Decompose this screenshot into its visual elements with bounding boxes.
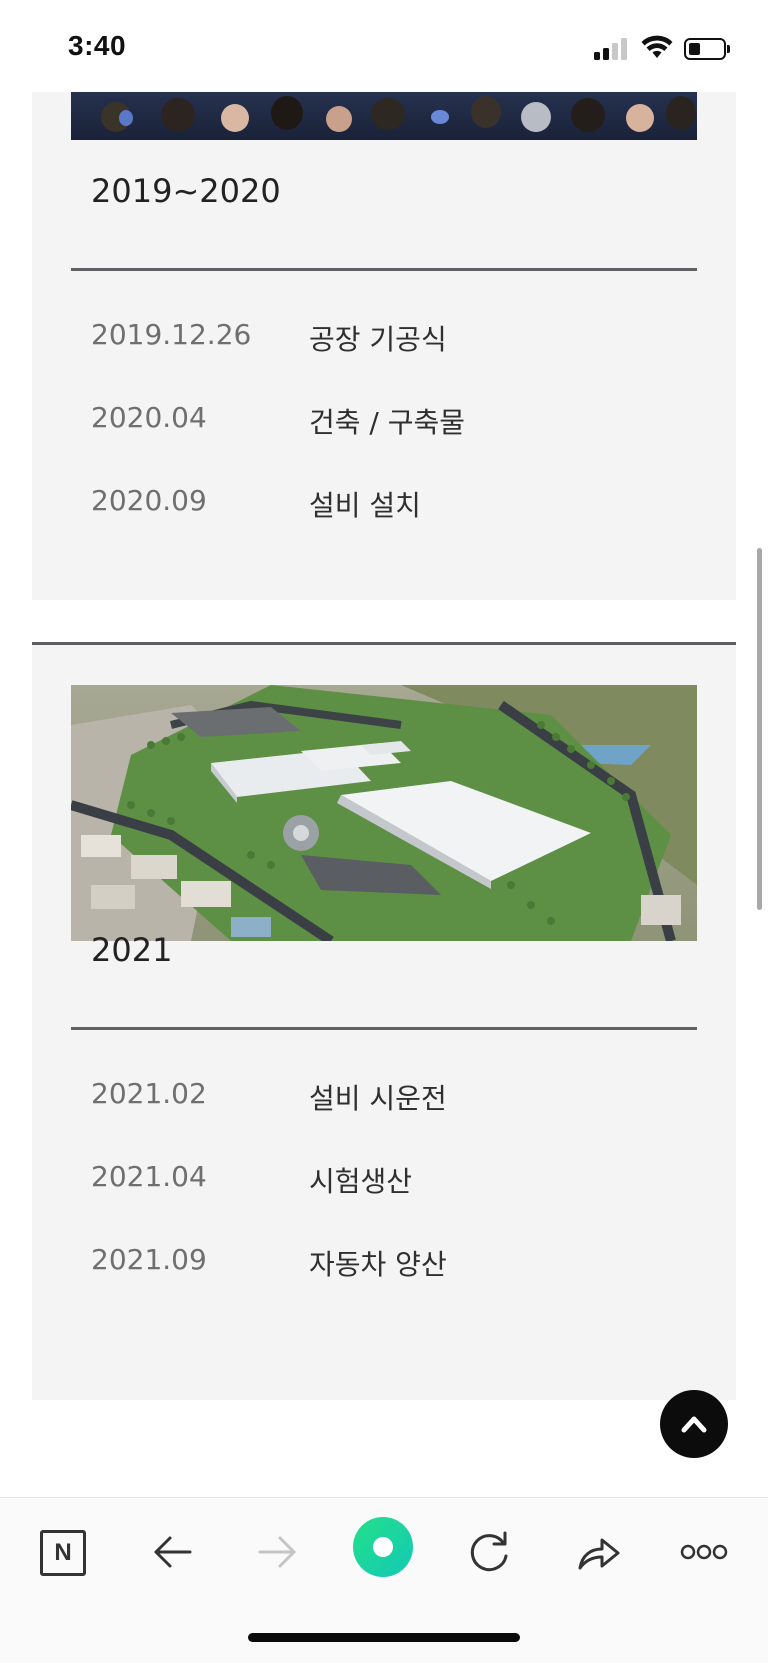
back-arrow-icon <box>154 1536 192 1568</box>
event-date: 2021.02 <box>91 1077 207 1110</box>
more-icon <box>680 1544 728 1560</box>
share-icon <box>578 1538 620 1570</box>
timeline-event: 2020.04 건축 / 구축물 <box>91 401 671 441</box>
naver-icon: N <box>40 1530 86 1576</box>
timeline-event: 2021.02 설비 시운전 <box>91 1077 671 1117</box>
timeline-event: 2019.12.26 공장 기공식 <box>91 318 671 358</box>
event-date: 2020.09 <box>91 484 207 517</box>
scrollbar[interactable] <box>757 548 762 910</box>
timeline-section-2021: 2021 2021.02 설비 시운전 2021.04 시험생산 2021.09… <box>32 642 736 1400</box>
status-bar: 3:40 <box>0 0 768 92</box>
chevron-up-icon <box>681 1416 707 1433</box>
event-date: 2021.09 <box>91 1243 207 1276</box>
event-description: 공장 기공식 <box>309 323 447 356</box>
event-date: 2020.04 <box>91 401 207 434</box>
event-description: 설비 설치 <box>309 489 421 522</box>
browser-toolbar: N <box>0 1497 768 1663</box>
timeline-section-2019-2020: 2019~2020 2019.12.26 공장 기공식 2020.04 건축 /… <box>32 92 736 600</box>
year-title: 2021 <box>91 931 173 969</box>
timeline-event: 2021.09 자동차 양산 <box>91 1243 671 1283</box>
battery-icon <box>684 38 730 60</box>
share-button[interactable] <box>568 1522 628 1582</box>
naver-home-button[interactable]: N <box>34 1522 94 1582</box>
event-date: 2021.04 <box>91 1160 207 1193</box>
divider <box>71 268 697 271</box>
timeline-event: 2020.09 설비 설치 <box>91 484 671 524</box>
year-title: 2019~2020 <box>91 172 281 210</box>
timeline-event: 2021.04 시험생산 <box>91 1160 671 1200</box>
forward-button[interactable] <box>248 1522 308 1582</box>
divider <box>71 1027 697 1030</box>
cellular-signal-icon <box>594 38 628 60</box>
reload-icon <box>470 1531 508 1572</box>
green-home-button[interactable] <box>352 1516 414 1578</box>
reload-button[interactable] <box>460 1522 520 1582</box>
event-description: 자동차 양산 <box>309 1248 447 1281</box>
factory-aerial-photo <box>71 685 697 941</box>
event-description: 건축 / 구축물 <box>309 406 466 439</box>
forward-arrow-icon <box>258 1536 296 1568</box>
wifi-icon <box>640 34 674 60</box>
scroll-to-top-button[interactable] <box>660 1390 728 1458</box>
ceremony-crowd-photo <box>71 92 697 140</box>
status-time: 3:40 <box>68 30 127 61</box>
back-button[interactable] <box>142 1522 202 1582</box>
event-date: 2019.12.26 <box>91 318 252 351</box>
event-description: 시험생산 <box>309 1165 413 1198</box>
event-description: 설비 시운전 <box>309 1082 447 1115</box>
more-button[interactable] <box>674 1522 734 1582</box>
home-circle-icon <box>353 1517 413 1577</box>
home-indicator[interactable] <box>248 1633 520 1642</box>
